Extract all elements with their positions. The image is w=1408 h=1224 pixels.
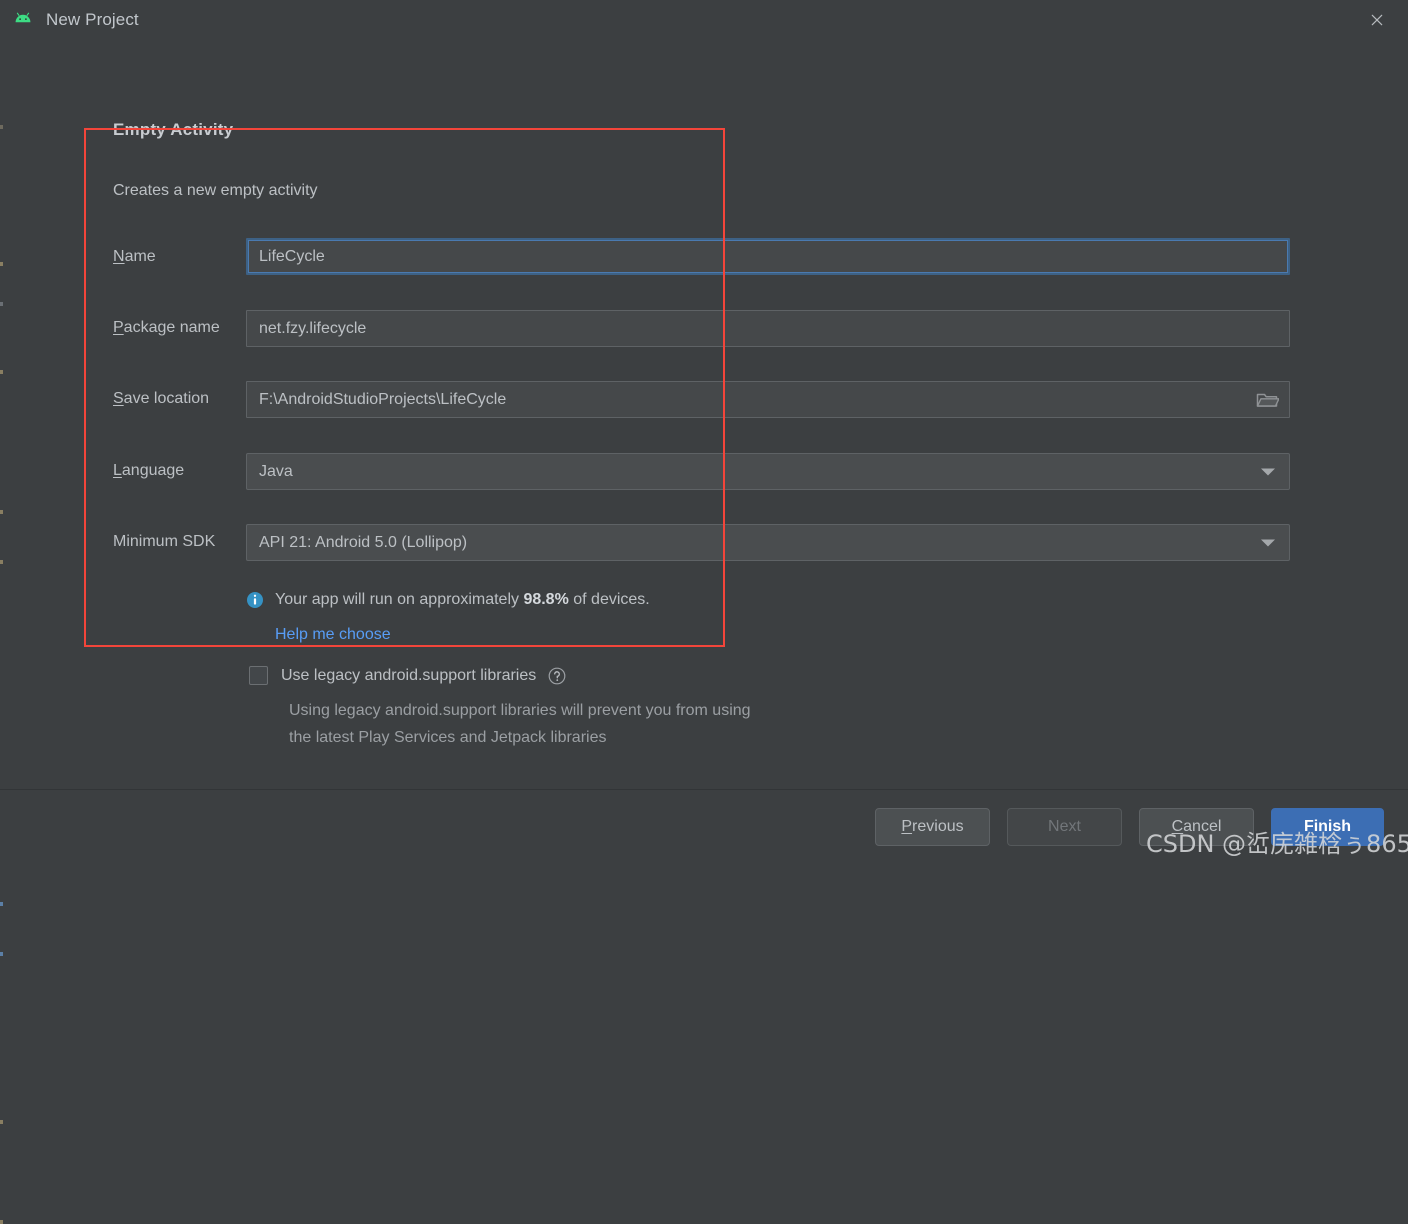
previous-button[interactable]: Previous xyxy=(875,808,990,846)
name-input-value: LifeCycle xyxy=(259,247,325,265)
cancel-button-mnemonic: C xyxy=(1171,818,1184,835)
name-label: Name xyxy=(113,248,156,266)
save-location-input[interactable]: F:\AndroidStudioProjects\LifeCycle xyxy=(246,381,1290,418)
previous-button-label: revious xyxy=(912,818,964,835)
android-robot-icon xyxy=(12,9,34,31)
device-coverage-text: Your app will run on approximately 98.8%… xyxy=(275,589,650,645)
question-mark-icon[interactable] xyxy=(548,667,566,685)
cancel-button[interactable]: Cancel xyxy=(1139,808,1254,846)
title-bar: New Project xyxy=(0,0,1408,40)
previous-button-mnemonic: P xyxy=(901,818,913,835)
language-dropdown-value: Java xyxy=(259,462,293,480)
package-name-label: Package name xyxy=(113,319,220,337)
dialog-footer: Previous Next Cancel Finish xyxy=(0,789,1408,864)
language-label-text: anguage xyxy=(121,462,185,479)
close-icon[interactable] xyxy=(1346,0,1408,40)
save-location-input-value: F:\AndroidStudioProjects\LifeCycle xyxy=(259,390,507,408)
save-location-label-mnemonic: S xyxy=(113,390,124,407)
package-name-label-mnemonic: P xyxy=(113,319,124,336)
section-description: Creates a new empty activity xyxy=(113,182,318,199)
package-name-label-text: ackage name xyxy=(123,319,220,336)
language-dropdown[interactable]: Java xyxy=(246,453,1290,490)
legacy-libraries-row[interactable]: Use legacy android.support libraries xyxy=(249,666,566,685)
name-label-text: ame xyxy=(124,248,156,265)
coverage-percent: 98.8% xyxy=(523,591,569,608)
save-location-label-text: ave location xyxy=(123,390,210,407)
minimum-sdk-dropdown-value: API 21: Android 5.0 (Lollipop) xyxy=(259,533,468,551)
package-name-input[interactable]: net.fzy.lifecycle xyxy=(246,310,1290,347)
cancel-button-label: ancel xyxy=(1183,818,1222,835)
finish-button[interactable]: Finish xyxy=(1271,808,1384,846)
help-me-choose-link[interactable]: Help me choose xyxy=(275,624,650,645)
legacy-libraries-label[interactable]: Use legacy android.support libraries xyxy=(281,667,536,685)
save-location-label: Save location xyxy=(113,390,209,408)
coverage-text-before: Your app will run on approximately xyxy=(275,591,524,608)
name-label-mnemonic: N xyxy=(113,248,125,265)
legacy-libraries-description: Using legacy android.support libraries w… xyxy=(289,697,909,751)
finish-button-label: Finish xyxy=(1303,818,1352,835)
coverage-text-after: of devices. xyxy=(568,591,650,608)
name-input[interactable]: LifeCycle xyxy=(246,238,1290,275)
chevron-down-icon xyxy=(1261,539,1275,546)
device-coverage-info: Your app will run on approximately 98.8%… xyxy=(246,589,650,645)
legacy-libraries-checkbox[interactable] xyxy=(249,666,268,685)
section-title: Empty Activity xyxy=(113,120,234,139)
chevron-down-icon xyxy=(1261,468,1275,475)
dialog-body: Empty Activity Creates a new empty activ… xyxy=(0,40,1408,1224)
legacy-description-line-2: the latest Play Services and Jetpack lib… xyxy=(289,729,607,746)
package-name-input-value: net.fzy.lifecycle xyxy=(259,319,367,337)
next-button: Next xyxy=(1007,808,1122,846)
minimum-sdk-label: Minimum SDK xyxy=(113,533,216,550)
next-button-label: Next xyxy=(1048,818,1081,835)
language-label-mnemonic: L xyxy=(113,462,122,479)
minimum-sdk-dropdown[interactable]: API 21: Android 5.0 (Lollipop) xyxy=(246,524,1290,561)
info-icon xyxy=(246,591,264,609)
legacy-description-line-1: Using legacy android.support libraries w… xyxy=(289,702,751,719)
window-title: New Project xyxy=(46,10,139,29)
window-left-edge-artifacts xyxy=(0,40,3,1224)
language-label: Language xyxy=(113,462,184,480)
folder-icon[interactable] xyxy=(1251,387,1283,413)
